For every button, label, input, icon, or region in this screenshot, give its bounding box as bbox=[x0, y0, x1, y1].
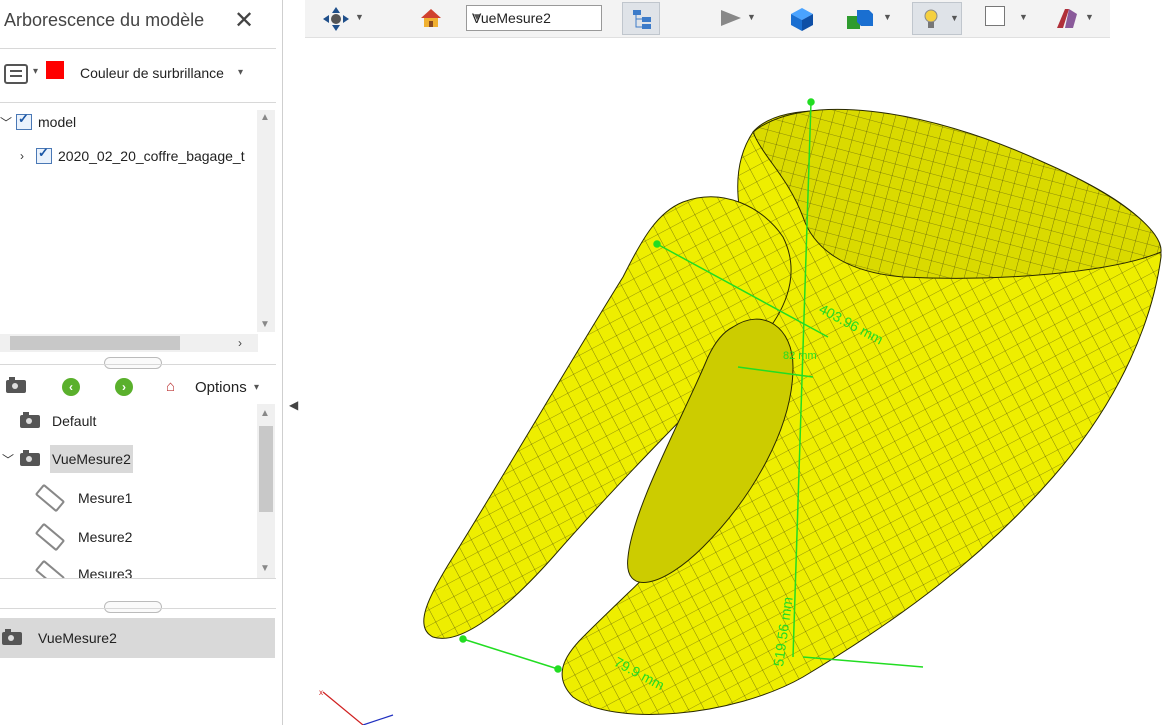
svg-text:x: x bbox=[319, 688, 323, 697]
chevron-down-icon[interactable]: ▼ bbox=[883, 12, 892, 22]
chevron-down-icon[interactable]: ▾ bbox=[238, 67, 243, 78]
chevron-down-icon[interactable]: ﹀ bbox=[2, 451, 16, 468]
model-render[interactable]: 403.96 mm 82 mm 519.56 mm 79.9 mm x bbox=[283, 37, 1168, 726]
divider bbox=[0, 608, 276, 609]
tree-item-label: 2020_02_20_coffre_bagage_t bbox=[58, 148, 245, 164]
home-pencil-icon[interactable]: ⌂ bbox=[166, 378, 175, 395]
view-item-mesure3[interactable]: Mesure3 bbox=[34, 557, 133, 578]
panel-title: Arborescence du modèle bbox=[4, 10, 205, 30]
views-vertical-scrollbar[interactable]: ▲ ▼ bbox=[257, 404, 275, 578]
ruler-icon bbox=[34, 522, 66, 552]
chevron-down-icon[interactable]: ▾ bbox=[254, 382, 259, 393]
view-select[interactable]: VueMesure2 ▼ bbox=[466, 5, 602, 31]
model-tree-panel: Arborescence du modèle ✕ ▾ Couleur de su… bbox=[0, 0, 278, 725]
axis-triad-icon: x bbox=[319, 688, 394, 726]
home-icon[interactable] bbox=[419, 6, 443, 30]
checkbox-icon[interactable] bbox=[16, 111, 32, 130]
chevron-right-icon[interactable]: › bbox=[20, 149, 34, 163]
close-icon[interactable]: ✕ bbox=[234, 6, 254, 35]
scroll-up-icon[interactable]: ▲ bbox=[260, 112, 270, 123]
view-label: Mesure2 bbox=[78, 529, 133, 545]
views-toolbar: ‹ › ⌂ Options ▾ bbox=[0, 372, 276, 402]
highlight-color-label[interactable]: Couleur de surbrillance bbox=[80, 65, 224, 81]
next-view-icon[interactable]: › bbox=[115, 378, 133, 396]
current-view-row[interactable]: VueMesure2 bbox=[0, 618, 275, 658]
tree-horizontal-scrollbar[interactable]: › bbox=[0, 334, 258, 352]
model-tree: ﹀ model › 2020_02_20_coffre_bagage_t ▲ ▼ bbox=[0, 104, 275, 334]
tree-item-file[interactable]: › 2020_02_20_coffre_bagage_t bbox=[20, 144, 245, 168]
highlight-color-swatch[interactable] bbox=[46, 61, 64, 79]
tree-item-model[interactable]: ﹀ model bbox=[0, 110, 76, 134]
scroll-down-icon[interactable]: ▼ bbox=[260, 563, 270, 574]
chevron-down-icon[interactable]: ▾ bbox=[33, 66, 38, 77]
options-button[interactable]: Options bbox=[195, 379, 247, 396]
hierarchy-icon bbox=[633, 10, 651, 29]
top-toolbar: ▼ VueMesure2 ▼ ▼ ▼ ▼ ▼ ▼ bbox=[305, 0, 1110, 38]
list-view-icon[interactable] bbox=[4, 64, 28, 84]
chevron-down-icon[interactable]: ▼ bbox=[355, 12, 364, 22]
chevron-down-icon[interactable]: ﹀ bbox=[0, 114, 14, 131]
splitter-grip[interactable] bbox=[104, 357, 162, 369]
camera-icon bbox=[20, 411, 40, 428]
view-item-vuemesure2[interactable]: ﹀ VueMesure2 bbox=[0, 442, 133, 476]
lighting-icon bbox=[924, 9, 938, 28]
view-label: Default bbox=[52, 413, 97, 429]
measure-label-2: 82 mm bbox=[783, 350, 817, 362]
views-list: Default ﹀ VueMesure2 Mesure1 Mesure2 Mes… bbox=[0, 404, 275, 578]
cubes-icon[interactable] bbox=[845, 6, 875, 32]
play-icon[interactable] bbox=[717, 6, 743, 30]
tree-view-button[interactable] bbox=[622, 2, 660, 35]
chevron-down-icon: ▼ bbox=[950, 13, 959, 23]
view-label: Mesure3 bbox=[78, 566, 133, 578]
view-item-mesure1[interactable]: Mesure1 bbox=[34, 481, 133, 515]
scroll-up-icon[interactable]: ▲ bbox=[260, 408, 270, 419]
lighting-button[interactable]: ▼ bbox=[912, 2, 962, 35]
render-mode-icon[interactable] bbox=[1053, 6, 1081, 32]
camera-icon bbox=[2, 629, 22, 645]
ruler-icon bbox=[34, 483, 66, 513]
cube-icon[interactable] bbox=[789, 6, 815, 32]
view-label: Mesure1 bbox=[78, 490, 133, 506]
scroll-down-icon[interactable]: ▼ bbox=[260, 319, 270, 330]
view-label: VueMesure2 bbox=[50, 445, 133, 473]
chevron-down-icon[interactable]: ▼ bbox=[1019, 12, 1028, 22]
current-view-label: VueMesure2 bbox=[38, 630, 117, 646]
chevron-down-icon[interactable]: ▼ bbox=[1085, 12, 1094, 22]
divider bbox=[0, 578, 276, 579]
background-color-icon[interactable] bbox=[985, 6, 1005, 26]
divider bbox=[0, 102, 276, 103]
splitter-grip[interactable] bbox=[104, 601, 162, 613]
scrollbar-thumb[interactable] bbox=[259, 426, 273, 512]
tree-vertical-scrollbar[interactable]: ▲ ▼ bbox=[257, 110, 275, 332]
navigate-icon[interactable] bbox=[321, 6, 351, 32]
camera-icon bbox=[20, 449, 40, 466]
ruler-icon bbox=[34, 559, 66, 578]
highlight-row: ▾ Couleur de surbrillance ▾ bbox=[0, 56, 275, 92]
3d-viewport[interactable]: 403.96 mm 82 mm 519.56 mm 79.9 mm x bbox=[283, 37, 1168, 726]
view-item-default[interactable]: Default bbox=[20, 404, 96, 438]
tree-item-label: model bbox=[38, 114, 77, 130]
view-item-mesure2[interactable]: Mesure2 bbox=[34, 520, 133, 554]
previous-view-icon[interactable]: ‹ bbox=[62, 378, 80, 396]
checkbox-icon[interactable] bbox=[36, 145, 52, 164]
chevron-down-icon: ▼ bbox=[472, 12, 482, 23]
chevron-down-icon[interactable]: ▼ bbox=[747, 12, 756, 22]
scroll-right-icon[interactable]: › bbox=[238, 336, 242, 350]
divider bbox=[0, 48, 276, 49]
divider bbox=[0, 364, 276, 365]
add-view-icon[interactable] bbox=[6, 377, 26, 393]
scrollbar-thumb[interactable] bbox=[10, 336, 180, 350]
yellow-mesh-model bbox=[423, 108, 1162, 715]
